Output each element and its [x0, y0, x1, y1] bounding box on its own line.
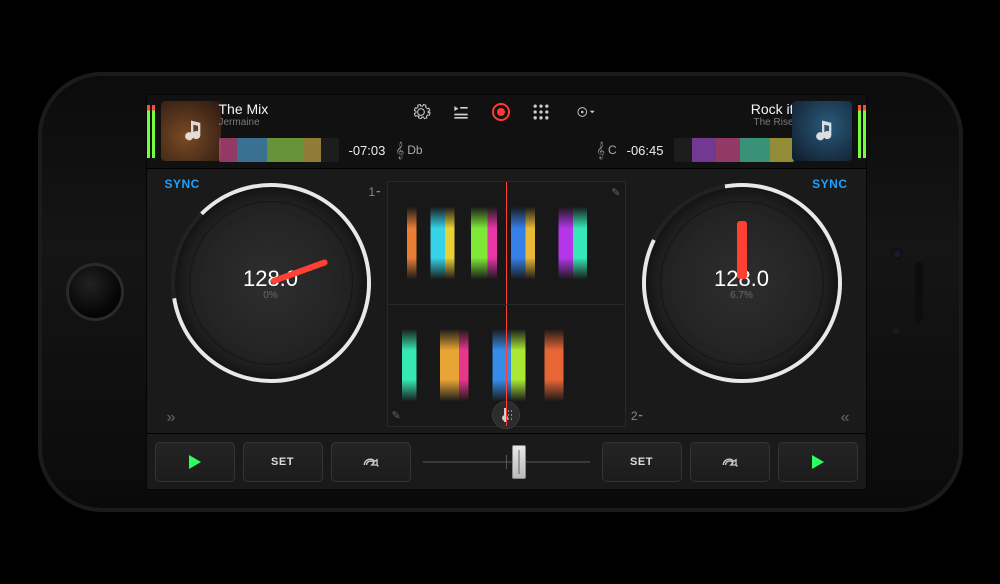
edit-grid-b-button[interactable]: ✎ — [392, 409, 401, 422]
crossfader-center-tick — [506, 455, 507, 469]
top-toolbar — [410, 101, 602, 123]
main-deck-area: SYNC SYNC 128.0 0% 128.0 6.7% — [147, 169, 866, 433]
expand-right-button[interactable]: « — [841, 409, 846, 427]
cue-jump-button-b[interactable] — [690, 442, 770, 482]
deck-b-time: -06:45 — [627, 143, 664, 158]
deck-a-album-art[interactable] — [161, 101, 221, 161]
record-icon — [492, 103, 510, 121]
music-icon — [177, 117, 205, 145]
track-2-label: 2⁃ — [631, 409, 644, 423]
gear-icon — [411, 102, 431, 122]
queue-button[interactable] — [450, 101, 472, 123]
clef-icon: 𝄞 — [596, 142, 605, 159]
jog-disc-b: 128.0 6.7% — [646, 187, 838, 379]
vu-meter-b-r — [863, 105, 866, 158]
cue-set-button-b[interactable]: SET — [602, 442, 682, 482]
clef-icon: 𝄞 — [395, 142, 404, 159]
redo-icon — [721, 453, 739, 471]
header-bar: The Mix Jermaine -07:03 𝄞 Db — [147, 95, 866, 169]
cue-jump-button-a[interactable] — [331, 442, 411, 482]
crossfader-handle[interactable] — [512, 445, 526, 479]
jog-wheel-a[interactable]: 128.0 0% — [171, 183, 371, 383]
deck-a-time: -07:03 — [349, 143, 386, 158]
deck-b-art-wrap — [786, 95, 866, 168]
crossfader-track — [423, 461, 590, 463]
deck-a-artist: Jermaine — [219, 117, 369, 129]
play-button-b[interactable] — [778, 442, 858, 482]
play-icon — [188, 455, 202, 469]
playhead-a — [506, 182, 507, 304]
transport-bar: SET SET — [147, 433, 866, 489]
crossfader[interactable] — [423, 442, 590, 482]
redo-icon — [362, 453, 380, 471]
vu-meter-a-l — [147, 105, 150, 158]
jog-wheel-b[interactable]: 128.0 6.7% — [642, 183, 842, 383]
music-icon — [808, 117, 836, 145]
play-icon — [811, 455, 825, 469]
track-1-label: 1⁃ — [369, 185, 382, 199]
settings-button[interactable] — [410, 101, 432, 123]
vu-meter-b-l — [858, 105, 861, 158]
sampler-button[interactable] — [530, 101, 552, 123]
record-button[interactable] — [490, 101, 512, 123]
grid-icon — [531, 102, 551, 122]
queue-icon — [451, 102, 471, 122]
deck-b-album-art[interactable] — [792, 101, 852, 161]
expand-left-button[interactable]: » — [167, 409, 172, 427]
vu-meter-a-r — [152, 105, 155, 158]
waveform-panel: 1⁃ ✎ ✎ 2⁃ » « — [387, 181, 626, 427]
deck-a-key: 𝄞 Db — [395, 142, 422, 159]
phone-sensor — [892, 327, 899, 334]
deck-a-meta: -07:03 𝄞 Db — [219, 136, 423, 164]
deck-a-art-wrap — [147, 95, 227, 168]
home-button[interactable] — [66, 263, 124, 321]
deck-b-overview-wave[interactable] — [674, 138, 794, 162]
waveform-a[interactable]: ✎ — [387, 181, 626, 305]
jog-ring-b: 128.0 6.7% — [642, 183, 842, 383]
app-screen: The Mix Jermaine -07:03 𝄞 Db — [146, 94, 867, 490]
deck-b-meta: -06:45 𝄞 C — [596, 136, 793, 164]
play-button-a[interactable] — [155, 442, 235, 482]
waveform-b[interactable]: ✎ — [387, 305, 626, 428]
cue-set-button-a[interactable]: SET — [243, 442, 323, 482]
deck-a-title: The Mix — [219, 101, 369, 117]
automix-button[interactable] — [570, 101, 602, 123]
deck-a-overview-wave[interactable] — [219, 138, 339, 162]
automix-icon — [576, 102, 596, 122]
phone-device-frame: The Mix Jermaine -07:03 𝄞 Db — [38, 72, 963, 512]
phone-speaker — [915, 262, 923, 322]
playhead-b — [506, 305, 507, 427]
deck-b-key: 𝄞 C — [596, 142, 617, 159]
tempo-pct-a: 0% — [263, 290, 277, 301]
tempo-pct-b: 6.7% — [730, 290, 753, 301]
jog-needle-b — [737, 221, 747, 279]
edit-grid-a-button[interactable]: ✎ — [611, 186, 620, 199]
phone-camera — [891, 248, 903, 260]
